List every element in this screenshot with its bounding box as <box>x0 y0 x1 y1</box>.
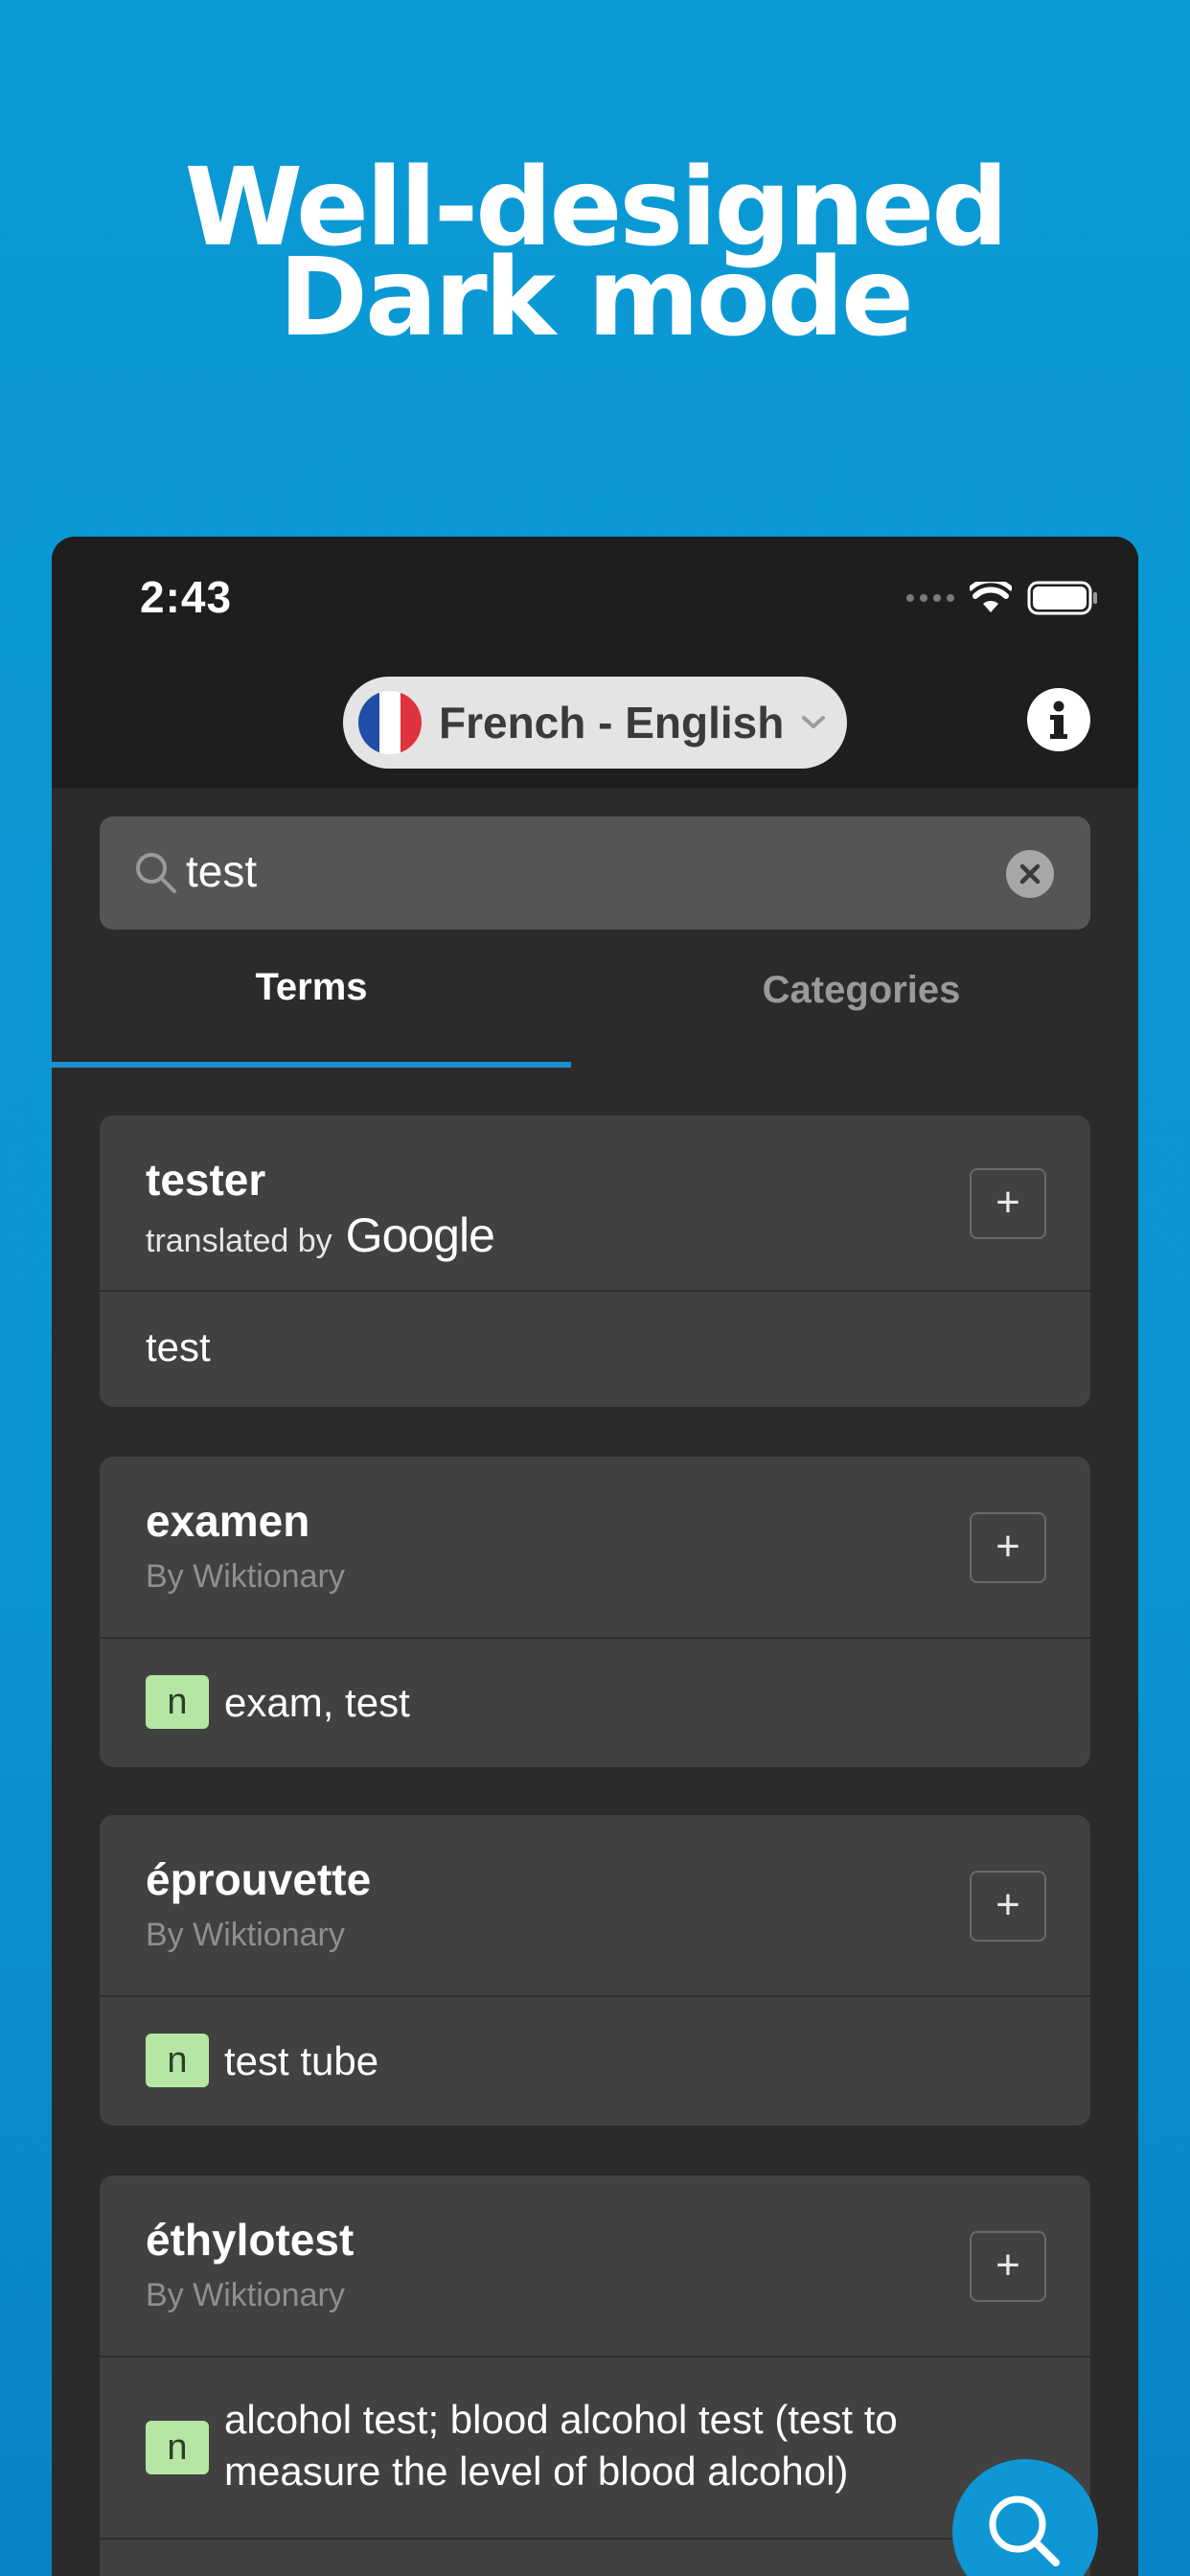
top-bar: 2:43 French - English <box>52 537 1138 788</box>
pos-badge: n <box>146 2034 209 2087</box>
search-fab-button[interactable] <box>952 2459 1098 2576</box>
status-icons <box>906 579 1098 617</box>
result-source: By Wiktionary <box>146 1558 345 1595</box>
active-tab-indicator <box>52 1062 571 1068</box>
tab-bar: Terms Categories <box>52 939 1138 1050</box>
clear-icon <box>1019 863 1041 885</box>
result-card-header: examen By Wiktionary + <box>100 1457 1090 1639</box>
result-card[interactable]: tester translated by Google + test <box>100 1116 1090 1407</box>
search-input[interactable]: test <box>186 845 257 897</box>
wifi-icon <box>970 582 1012 612</box>
search-icon <box>989 2496 1060 2566</box>
language-selector[interactable]: French - English <box>343 677 847 769</box>
add-button[interactable]: + <box>970 1512 1046 1583</box>
add-button[interactable]: + <box>970 1168 1046 1239</box>
battery-icon <box>1027 581 1097 615</box>
result-card-body: n alcohol test; blood alcohol test (test… <box>100 2358 1090 2540</box>
tab-categories[interactable]: Categories <box>602 939 1121 1050</box>
result-translation: alcohol test; blood alcohol test (test t… <box>224 2394 898 2497</box>
chevron-down-icon <box>802 716 826 728</box>
language-pair-label: French - English <box>439 698 785 748</box>
search-field[interactable]: test <box>100 816 1090 930</box>
signal-icon <box>906 594 954 602</box>
result-translation: exam, test <box>224 1680 410 1725</box>
result-card-body: n exam, test <box>100 1639 1090 1767</box>
result-term: tester <box>146 1155 266 1205</box>
result-card-header: éthylotest By Wiktionary + <box>100 2175 1090 2358</box>
result-source: By Wiktionary <box>146 2277 345 2313</box>
result-translation: test tube <box>224 2038 379 2083</box>
pos-badge: n <box>146 2421 209 2474</box>
result-card-header: tester translated by Google + <box>100 1116 1090 1292</box>
result-card-body: test <box>100 1292 1090 1407</box>
credit-prefix: translated by <box>146 1223 332 1259</box>
translation-line-2: measure the level of blood alcohol) <box>224 2449 849 2494</box>
result-card[interactable]: éprouvette By Wiktionary + n test tube <box>100 1815 1090 2126</box>
add-button[interactable]: + <box>970 1871 1046 1942</box>
google-logo: Google <box>345 1208 495 1262</box>
result-term: examen <box>146 1496 310 1546</box>
france-flag-icon <box>358 691 422 754</box>
clear-search-button[interactable] <box>1006 850 1054 898</box>
info-icon <box>1050 701 1067 739</box>
promo-line-2: Dark mode <box>278 236 914 360</box>
add-button[interactable]: + <box>970 2231 1046 2302</box>
result-translation: test <box>146 1324 211 1369</box>
result-source: By Wiktionary <box>146 1917 345 1953</box>
phone-screen: 2:43 French - English test Terms Categor… <box>52 537 1138 2576</box>
google-credit: translated by Google <box>146 1208 495 1263</box>
info-button[interactable] <box>1027 688 1090 751</box>
pos-badge: n <box>146 1675 209 1729</box>
result-card[interactable]: éthylotest By Wiktionary + n alcohol tes… <box>100 2175 1090 2576</box>
result-term: éthylotest <box>146 2215 355 2265</box>
result-term: éprouvette <box>146 1854 372 1904</box>
tab-terms[interactable]: Terms <box>52 939 571 1050</box>
result-card-body: n test tube <box>100 1997 1090 2126</box>
search-icon <box>136 853 176 893</box>
promo-headline: Well-designed Dark mode <box>0 154 1190 360</box>
translation-line-1: alcohol test; blood alcohol test (test t… <box>224 2397 898 2442</box>
result-card[interactable]: examen By Wiktionary + n exam, test <box>100 1457 1090 1767</box>
result-card-header: éprouvette By Wiktionary + <box>100 1815 1090 1997</box>
status-time: 2:43 <box>140 572 233 622</box>
